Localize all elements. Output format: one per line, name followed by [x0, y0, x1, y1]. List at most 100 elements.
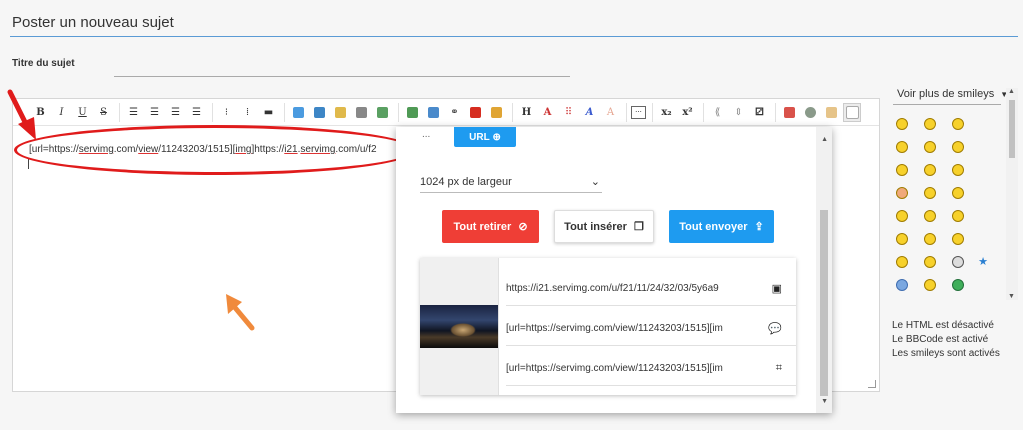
- url-button[interactable]: URL ⊕: [454, 127, 516, 147]
- smiley-icon[interactable]: [952, 256, 964, 268]
- red-arrow-icon: [7, 89, 36, 140]
- smiley-icon[interactable]: [924, 118, 936, 130]
- smiley-icon[interactable]: [924, 187, 936, 199]
- scroll-down-icon[interactable]: ▼: [821, 398, 828, 405]
- insert-all-label: Tout insérer: [564, 220, 627, 233]
- align-right-icon[interactable]: ☰: [166, 103, 185, 122]
- link-row-direct[interactable]: https://i21.servimg.com/u/f21/11/24/32/0…: [506, 276, 796, 300]
- smiley-header-label: Voir plus de smileys: [897, 88, 995, 100]
- smiley-icon[interactable]: [896, 118, 908, 130]
- smiley-icon[interactable]: [924, 164, 936, 176]
- italic-button[interactable]: I: [52, 103, 71, 122]
- smiley-icon[interactable]: [952, 233, 964, 245]
- link-text[interactable]: [url=https://servimg.com/view/11243203/1…: [506, 323, 756, 334]
- smiley-icon[interactable]: [924, 233, 936, 245]
- font-icon[interactable]: A: [580, 103, 599, 122]
- smiley-icon[interactable]: [924, 210, 936, 222]
- paste-icon[interactable]: [822, 103, 841, 122]
- star-icon[interactable]: ★: [977, 256, 989, 268]
- resize-grip[interactable]: [868, 380, 876, 388]
- script-group: x₂ x²: [653, 102, 704, 122]
- link-row-thumb[interactable]: [url=https://servimg.com/view/11243203/1…: [506, 356, 796, 380]
- smiley-icon[interactable]: [924, 141, 936, 153]
- image-icon[interactable]: ▣: [772, 282, 782, 295]
- heart-smiley-icon[interactable]: [924, 279, 936, 291]
- smiley-icon[interactable]: [952, 279, 964, 291]
- superscript-button[interactable]: x²: [678, 103, 697, 122]
- marquee-icon[interactable]: ⟪: [708, 103, 727, 122]
- more-icon[interactable]: ···: [631, 105, 646, 119]
- smiley-icon[interactable]: [952, 141, 964, 153]
- clear-format-icon[interactable]: A: [601, 103, 620, 122]
- smiley-icon[interactable]: [896, 233, 908, 245]
- smiley-icon[interactable]: [952, 210, 964, 222]
- heading-button[interactable]: H: [517, 103, 536, 122]
- updown-icon[interactable]: ⇕: [729, 103, 748, 122]
- align-justify-icon[interactable]: ☰: [187, 103, 206, 122]
- scroll-up-icon[interactable]: ▲: [1008, 88, 1015, 95]
- subscript-button[interactable]: x₂: [657, 103, 676, 122]
- size-select[interactable]: 1024 px de largeur ⌄: [420, 171, 602, 193]
- format-group: B I U S: [27, 102, 120, 122]
- list-group: ⁝ ⁞ ▬: [213, 102, 285, 122]
- smiley-icon[interactable]: [896, 164, 908, 176]
- comments-icon[interactable]: 💬: [768, 322, 782, 335]
- code-icon[interactable]: [310, 103, 329, 122]
- source-icon[interactable]: [843, 102, 861, 122]
- smiley-dropdown[interactable]: Voir plus de smileys ▼: [897, 88, 1008, 100]
- crop-icon[interactable]: ⌗: [776, 362, 782, 375]
- smiley-icon[interactable]: [952, 187, 964, 199]
- align-left-icon[interactable]: ☰: [124, 103, 143, 122]
- link-text[interactable]: [url=https://servimg.com/view/11243203/1…: [506, 363, 756, 374]
- horizontal-rule-icon[interactable]: ▬: [259, 103, 278, 122]
- spoiler-icon[interactable]: [331, 103, 350, 122]
- strike-button[interactable]: S: [94, 103, 113, 122]
- send-all-button[interactable]: Tout envoyer ⇪: [669, 210, 774, 243]
- color-grid-icon[interactable]: ⠿: [559, 103, 578, 122]
- scroll-up-icon[interactable]: ▲: [821, 136, 828, 143]
- align-center-icon[interactable]: ☰: [145, 103, 164, 122]
- link-row-forum[interactable]: [url=https://servimg.com/view/11243203/1…: [506, 316, 796, 340]
- smiley-icon[interactable]: [896, 256, 908, 268]
- hide-icon[interactable]: [352, 103, 371, 122]
- divider: [506, 385, 796, 386]
- numbered-list-icon[interactable]: ⁞: [238, 103, 257, 122]
- insert-all-button[interactable]: Tout insérer ❐: [554, 210, 654, 243]
- quote-icon[interactable]: [289, 103, 308, 122]
- smiley-icon[interactable]: [952, 118, 964, 130]
- image-thumbnail[interactable]: [420, 305, 498, 348]
- link-icon[interactable]: ⚭: [445, 103, 464, 122]
- thumbnail-column: [420, 258, 499, 395]
- smiley-icon[interactable]: [896, 279, 908, 291]
- popup-scrollbar[interactable]: ▲ ▼: [816, 127, 832, 413]
- underline-button[interactable]: U: [73, 103, 92, 122]
- scroll-thumb[interactable]: [820, 210, 828, 396]
- remove-all-button[interactable]: Tout retirer ⊘: [442, 210, 539, 243]
- smiley-icon[interactable]: [952, 164, 964, 176]
- font-size-icon[interactable]: A: [538, 103, 557, 122]
- smiley-icon[interactable]: [896, 141, 908, 153]
- settings-icon[interactable]: [801, 103, 820, 122]
- link-text[interactable]: https://i21.servimg.com/u/f21/11/24/32/0…: [506, 283, 756, 294]
- bbcode-status: Le BBCode est activé: [892, 334, 989, 345]
- size-select-value: 1024 px de largeur: [420, 175, 512, 188]
- subject-input[interactable]: [114, 60, 570, 77]
- link-icon: ⊕: [492, 132, 501, 143]
- scroll-thumb[interactable]: [1009, 100, 1015, 158]
- image-icon[interactable]: [424, 103, 443, 122]
- scroll-down-icon[interactable]: ▼: [1008, 293, 1015, 300]
- calendar-icon[interactable]: [780, 103, 799, 122]
- page-title: Poster un nouveau sujet: [12, 14, 174, 31]
- smiley-divider: [893, 104, 1001, 105]
- image-host-icon[interactable]: [403, 103, 422, 122]
- smiley-icon[interactable]: [924, 256, 936, 268]
- smiley-scrollbar[interactable]: ▲ ▼: [1006, 88, 1018, 300]
- smiley-icon[interactable]: [896, 210, 908, 222]
- send-all-label: Tout envoyer: [679, 220, 748, 233]
- youtube-icon[interactable]: [466, 103, 485, 122]
- smiley-icon[interactable]: [896, 187, 908, 199]
- table-icon[interactable]: [373, 103, 392, 122]
- bullet-list-icon[interactable]: ⁝: [217, 103, 236, 122]
- random-icon[interactable]: ⚂: [750, 103, 769, 122]
- flash-icon[interactable]: [487, 103, 506, 122]
